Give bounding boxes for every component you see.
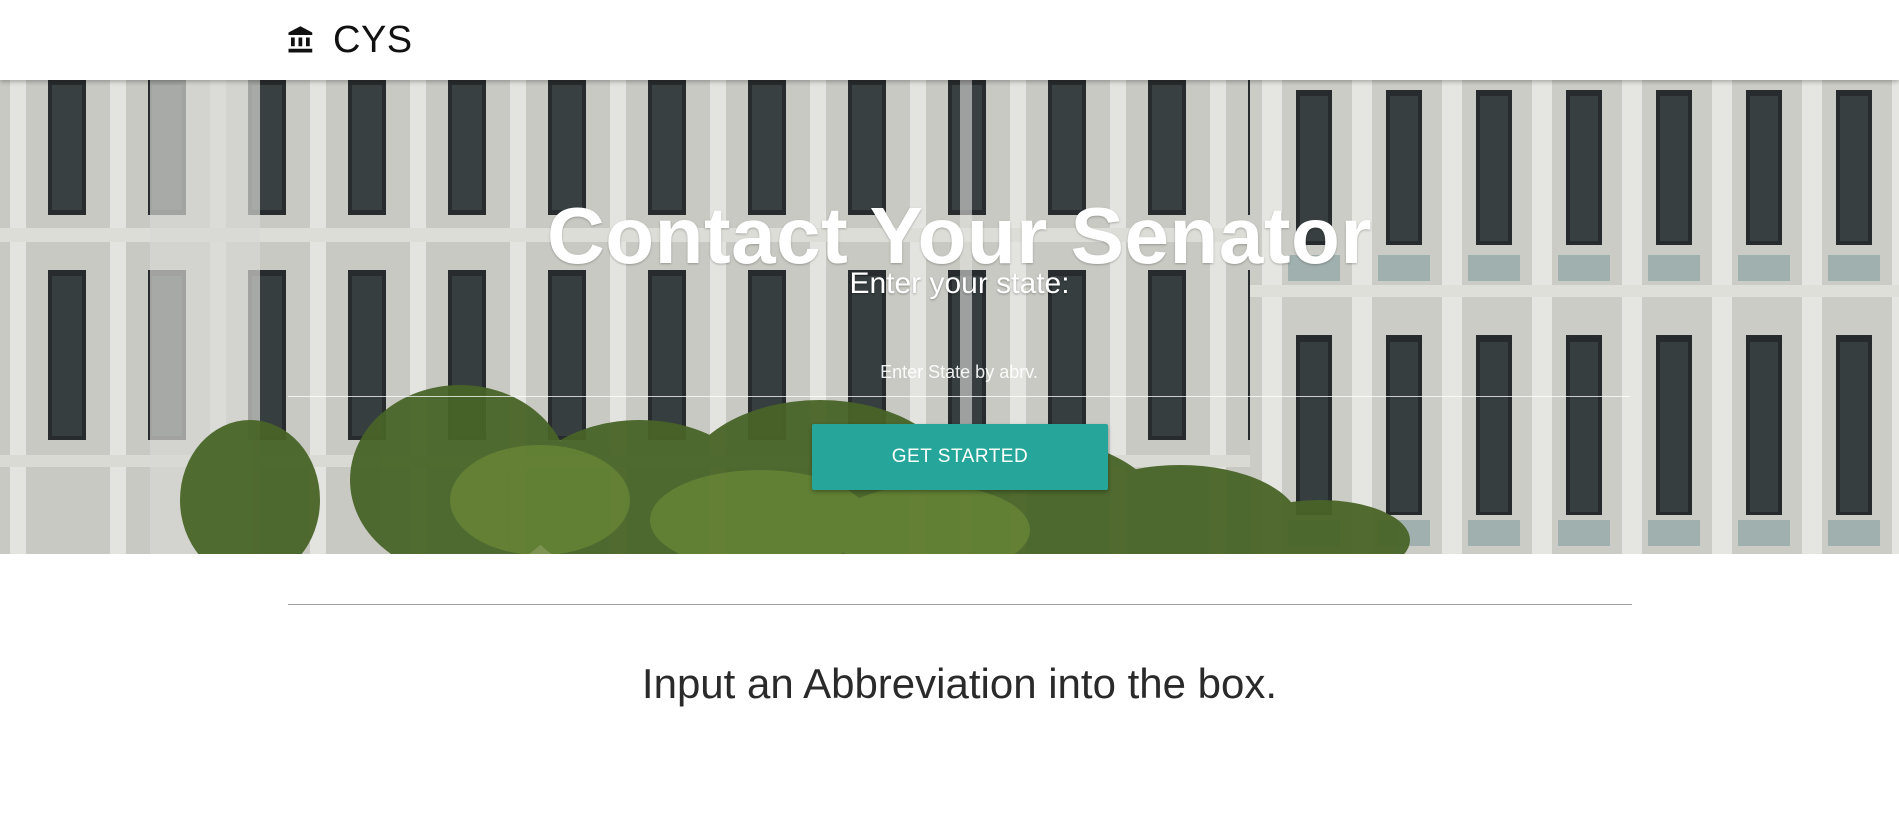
state-label: Enter your state: (849, 267, 1070, 300)
navbar: CYS (0, 0, 1899, 80)
instruction-text: Input an Abbreviation into the box. (641, 660, 1278, 707)
state-abbreviation-input[interactable] (288, 348, 1630, 397)
section-divider (288, 604, 1632, 605)
bank-building-icon (288, 26, 313, 53)
brand-name: CYS (333, 18, 413, 61)
brand-logo-link[interactable]: CYS (286, 18, 413, 62)
hero-banner: Contact Your Senator Enter your state: G… (0, 80, 1899, 554)
get-started-button[interactable]: GET STARTED (812, 424, 1108, 490)
